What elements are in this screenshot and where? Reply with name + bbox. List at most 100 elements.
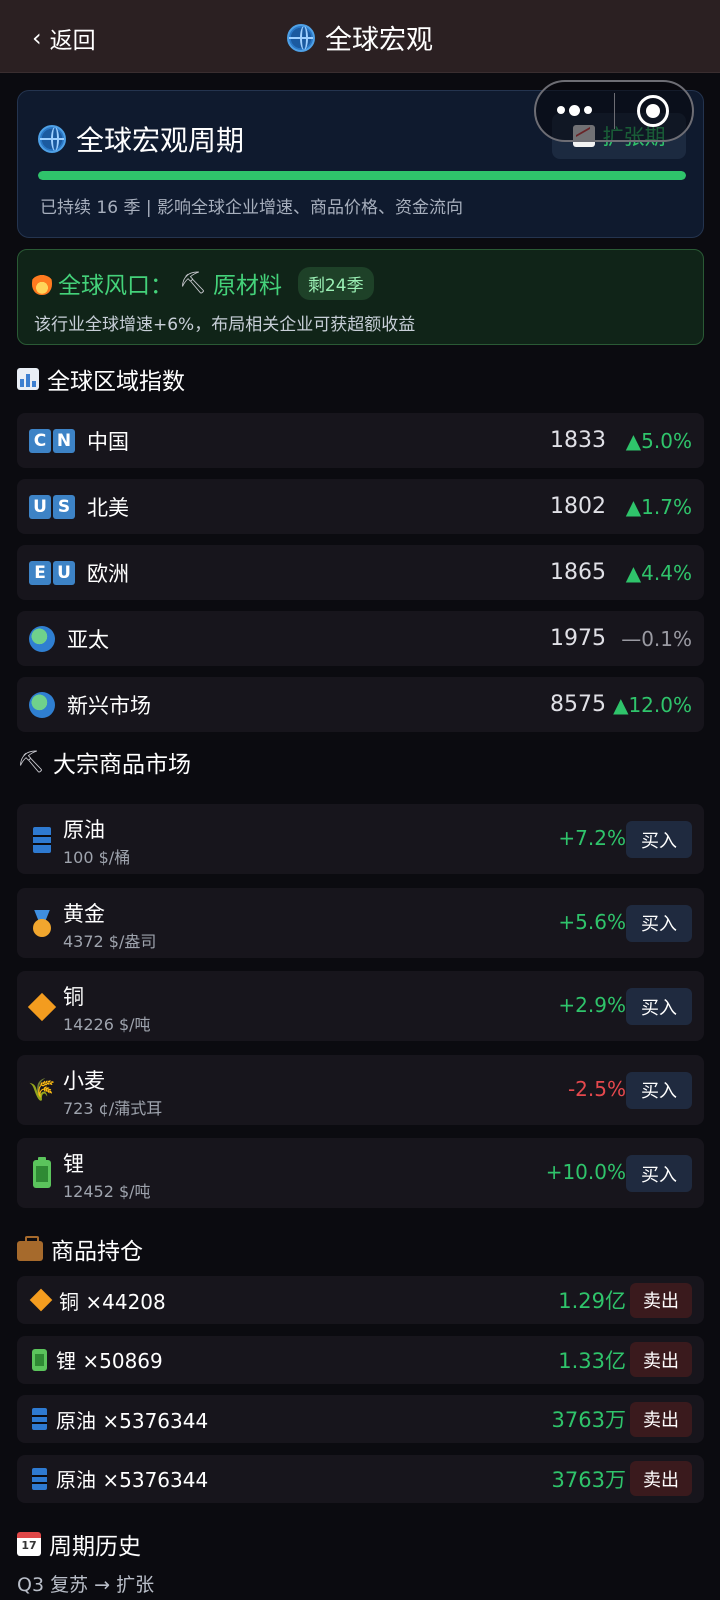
history-entry: Q3 复苏 → 扩张 — [17, 1574, 155, 1596]
copper-diamond-icon — [27, 992, 57, 1022]
commodity-price: 12452 $/吨 — [63, 1182, 151, 1201]
region-row[interactable]: 亚太 1975 —0.1% — [17, 611, 704, 666]
holding-row: 锂 ×50869 1.33亿 卖出 — [17, 1335, 704, 1384]
buy-button[interactable]: 买入 — [626, 904, 692, 942]
region-row[interactable]: U S 北美 1802 ▲1.7% — [17, 479, 704, 534]
copper-diamond-icon — [29, 1288, 53, 1312]
page-title: 全球宏观 — [0, 18, 720, 57]
commodity-price: 100 $/桶 — [63, 848, 131, 867]
region-row[interactable]: C N 中国 1833 ▲5.0% — [17, 413, 704, 468]
calendar-icon: 17 — [17, 1532, 41, 1556]
regions-title-text: 全球区域指数 — [47, 369, 185, 395]
region-index-value: 8575 — [550, 692, 606, 717]
commodity-icon-wrap — [27, 992, 57, 1022]
flag-letter: N — [53, 428, 75, 453]
region-flag-icon: EU — [29, 560, 75, 585]
wind-title: 全球风口： ⛏ 原材料 剩24季 — [32, 266, 374, 300]
holdings-section-title: 商品持仓 — [17, 1232, 143, 1266]
wind-description: 该行业全球增速+6%，布局相关企业可获超额收益 — [34, 315, 416, 335]
region-name: 中国 — [87, 429, 129, 454]
battery-icon — [32, 1348, 47, 1371]
cycle-progress-fill — [38, 171, 686, 180]
globe-icon — [287, 23, 315, 52]
holding-value: 3763万 — [551, 1467, 626, 1492]
region-index-value: 1833 — [550, 428, 606, 453]
holding-name: 原油 ×5376344 — [56, 1408, 209, 1433]
earth-icon — [29, 625, 55, 652]
region-index-value: 1975 — [550, 626, 606, 651]
region-row[interactable]: E U 欧洲 1865 ▲4.4% — [17, 545, 704, 600]
miniprogram-capsule — [534, 80, 694, 142]
more-button[interactable] — [536, 82, 614, 140]
buy-button[interactable]: 买入 — [626, 821, 692, 858]
flag-letter: C — [29, 428, 51, 453]
commodity-change: +2.9% — [558, 993, 626, 1017]
cycle-progress-bar — [38, 171, 686, 180]
wind-label: 全球风口： — [58, 273, 173, 299]
commodity-change: +5.6% — [558, 909, 626, 934]
gold-medal-icon — [30, 909, 54, 938]
oil-barrel-icon — [32, 1408, 47, 1430]
earth-icon — [29, 691, 55, 718]
globe-icon — [38, 125, 66, 153]
region-flag-icon: CN — [29, 428, 75, 453]
commodity-name: 铜 — [63, 985, 84, 1009]
close-miniprogram-button[interactable] — [615, 82, 693, 140]
sell-button[interactable]: 卖出 — [630, 1282, 692, 1318]
region-change: ▲5.0% — [625, 428, 692, 453]
history-title-text: 周期历史 — [49, 1534, 141, 1560]
commodity-name: 黄金 — [63, 901, 105, 926]
commodity-row: 锂 12452 $/吨 +10.0% 买入 — [17, 1138, 704, 1208]
oil-barrel-icon — [33, 827, 51, 853]
commodity-row: 铜 14226 $/吨 +2.9% 买入 — [17, 971, 704, 1041]
region-row[interactable]: 新兴市场 8575 ▲12.0% — [17, 677, 704, 732]
holding-row: 原油 ×5376344 3763万 卖出 — [17, 1395, 704, 1443]
region-change: ▲4.4% — [625, 560, 692, 585]
region-name: 北美 — [87, 495, 129, 520]
commodity-price: 4372 $/盎司 — [63, 931, 157, 951]
buy-button[interactable]: 买入 — [626, 988, 692, 1025]
region-index-value: 1865 — [550, 560, 606, 585]
holding-row: 铜 ×44208 1.29亿 卖出 — [17, 1276, 704, 1324]
region-name: 新兴市场 — [67, 693, 151, 718]
commodity-name: 原油 — [63, 818, 105, 842]
wind-sector: 原材料 — [212, 273, 282, 299]
bar-chart-icon — [17, 368, 39, 390]
flag-letter: E — [29, 560, 51, 585]
region-name: 欧洲 — [87, 561, 129, 586]
more-dots-icon — [557, 104, 593, 116]
macro-subtitle: 已持续 16 季 | 影响全球企业增速、商品价格、资金流向 — [40, 198, 463, 218]
commodity-row: 🌾 小麦 723 ¢/蒲式耳 -2.5% 买入 — [17, 1054, 704, 1125]
holdings-title-text: 商品持仓 — [51, 1239, 143, 1265]
region-index-value: 1802 — [550, 494, 606, 519]
commodity-icon-wrap — [29, 826, 55, 854]
flag-letter: S — [53, 494, 75, 519]
oil-barrel-icon — [32, 1467, 47, 1490]
holding-value: 3763万 — [551, 1408, 626, 1432]
commodities-section-title: ⛏ 大宗商品市场 — [17, 745, 191, 779]
holding-value: 1.33亿 — [558, 1348, 626, 1373]
commodity-price: 14226 $/吨 — [63, 1015, 151, 1034]
macro-title: 全球宏观周期 — [38, 119, 244, 159]
region-change: —0.1% — [621, 626, 692, 651]
commodity-change: +7.2% — [558, 826, 626, 850]
holding-name: 锂 ×50869 — [56, 1349, 163, 1373]
macro-title-text: 全球宏观周期 — [76, 124, 245, 157]
target-icon — [637, 95, 670, 127]
sell-button[interactable]: 卖出 — [630, 1401, 692, 1437]
flag-letter: U — [29, 494, 51, 519]
flag-letter: U — [53, 560, 75, 585]
commodity-row: 原油 100 $/桶 +7.2% 买入 — [17, 804, 704, 874]
commodity-name: 锂 — [63, 1152, 84, 1176]
wheat-icon: 🌾 — [28, 1078, 56, 1103]
buy-button[interactable]: 买入 — [626, 1155, 692, 1192]
commodities-title-text: 大宗商品市场 — [52, 752, 191, 778]
sell-button[interactable]: 卖出 — [630, 1342, 692, 1377]
buy-button[interactable]: 买入 — [626, 1071, 692, 1109]
holding-row: 原油 ×5376344 3763万 卖出 — [17, 1454, 704, 1503]
region-flag-icon: US — [29, 494, 75, 519]
sell-button[interactable]: 卖出 — [630, 1461, 692, 1496]
commodity-change: +10.0% — [545, 1160, 626, 1184]
region-name: 亚太 — [67, 627, 109, 652]
holding-name: 原油 ×5376344 — [56, 1468, 209, 1492]
